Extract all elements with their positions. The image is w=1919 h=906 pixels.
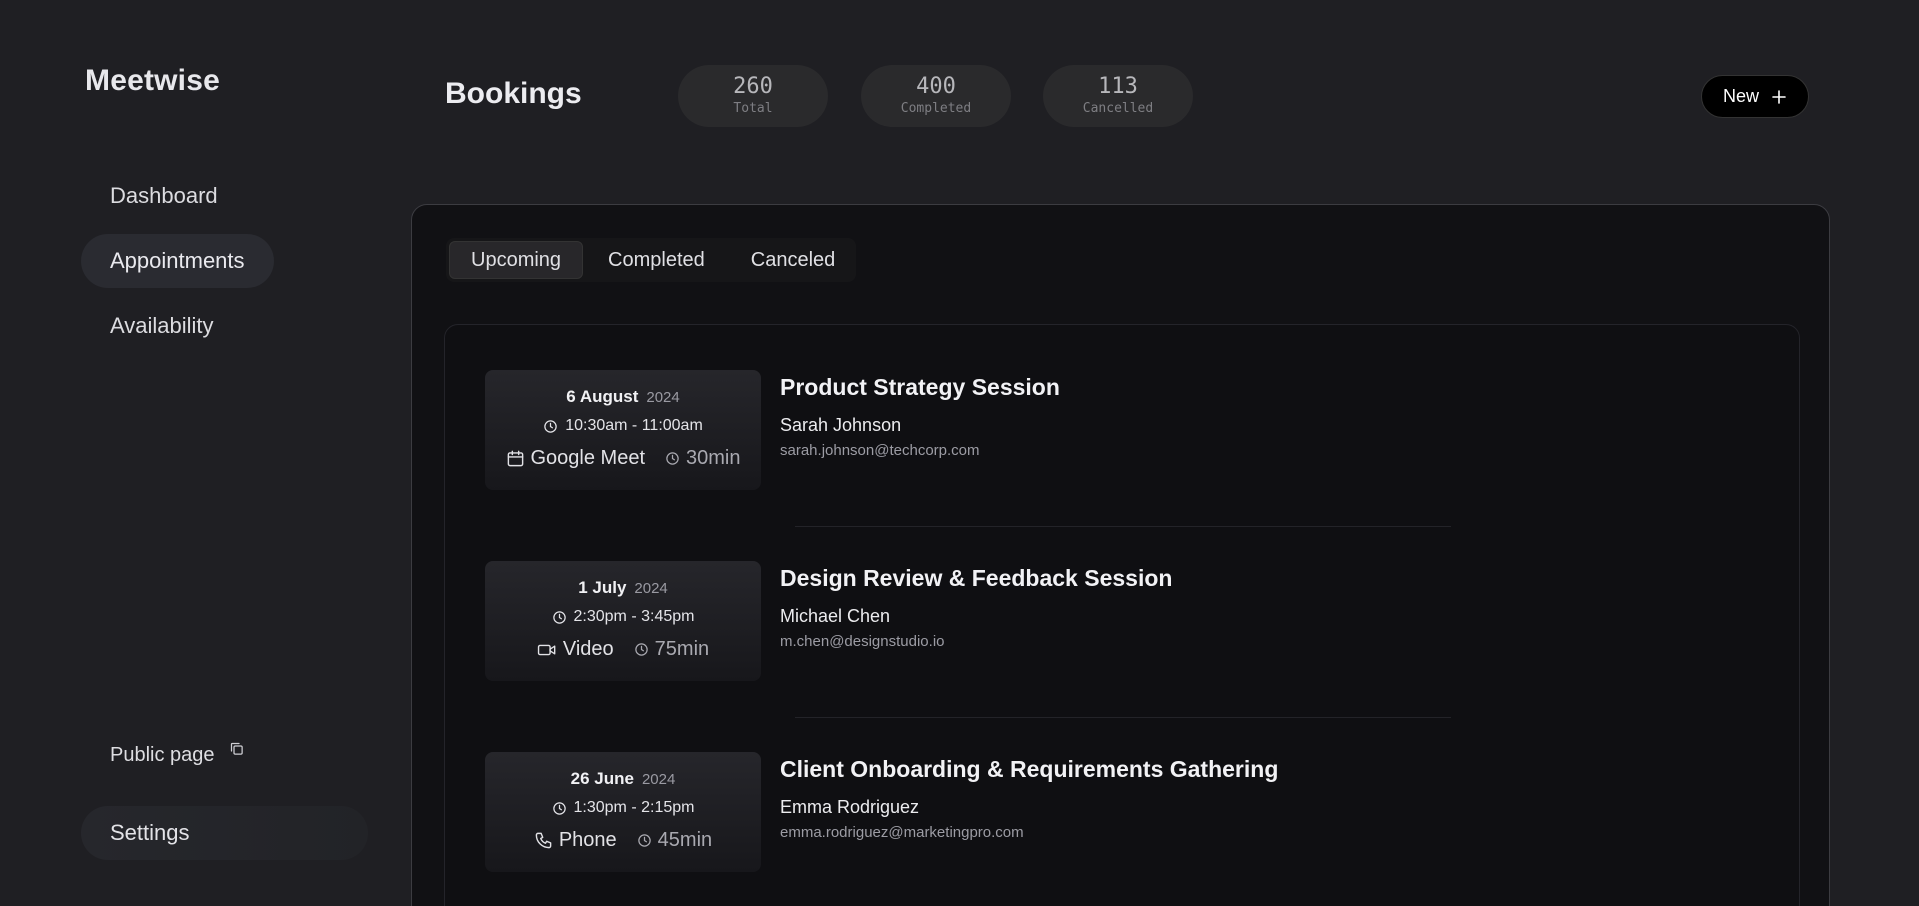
booking-platform: Phone: [558, 829, 617, 851]
booking-info: Design Review & Feedback Session Michael…: [780, 565, 1172, 650]
booking-title: Client Onboarding & Requirements Gatheri…: [780, 756, 1279, 782]
booking-duration: 45min: [657, 829, 713, 851]
sidebar-item-appointments[interactable]: Appointments: [81, 234, 274, 288]
plus-icon: [1771, 89, 1787, 105]
sidebar-item-dashboard[interactable]: Dashboard: [81, 169, 247, 223]
stat-total-value: 260: [733, 74, 773, 99]
clock-icon: [665, 451, 680, 466]
new-button-label: New: [1722, 86, 1759, 106]
booking-date: 26 June: [570, 769, 634, 788]
booking-attendee-name: Michael Chen: [780, 606, 891, 626]
stat-total-label: Total: [733, 101, 773, 116]
booking-card[interactable]: 6 August 2024 10:30am - 11:00am Google Me…: [485, 370, 1585, 490]
stat-total: 260 Total: [678, 65, 828, 127]
booking-year: 2024: [641, 771, 676, 788]
booking-divider: [795, 526, 1451, 527]
stat-completed-value: 400: [916, 74, 956, 99]
booking-time: 10:30am - 11:00am: [565, 417, 703, 434]
booking-time: 1:30pm - 2:15pm: [573, 799, 695, 816]
booking-date-line: 1 July 2024: [485, 578, 761, 598]
clock-icon: [552, 801, 567, 816]
booking-duration-group: 45min: [637, 829, 712, 852]
booking-attendee-email: m.chen@designstudio.io: [780, 633, 945, 650]
booking-meta-line: Phone 45min: [485, 829, 761, 852]
sidebar: Meetwise Dashboard Appointments Availabi…: [0, 0, 400, 906]
clock-icon: [543, 419, 558, 434]
booking-attendee-name: Emma Rodriguez: [780, 797, 920, 817]
booking-card[interactable]: 1 July 2024 2:30pm - 3:45pm Video 75min D…: [485, 561, 1585, 681]
booking-attendee-email: emma.rodriguez@marketingpro.com: [780, 824, 1024, 841]
tab-canceled[interactable]: Canceled: [730, 241, 857, 279]
booking-meta-line: Google Meet 30min: [485, 447, 761, 470]
booking-datebox: 26 June 2024 1:30pm - 2:15pm Phone 45min: [485, 752, 761, 872]
phone-icon: [534, 831, 553, 850]
video-icon: [537, 641, 557, 659]
booking-time: 2:30pm - 3:45pm: [573, 608, 695, 625]
booking-platform: Google Meet: [530, 447, 646, 469]
booking-duration: 30min: [686, 447, 741, 469]
sidebar-item-settings[interactable]: Settings: [81, 806, 368, 860]
booking-info: Client Onboarding & Requirements Gatheri…: [780, 756, 1278, 841]
booking-attendee-name: Sarah Johnson: [780, 415, 902, 435]
copy-icon[interactable]: [229, 742, 244, 756]
calendar-icon: [506, 449, 525, 468]
stat-completed: 400 Completed: [861, 65, 1011, 127]
booking-year: 2024: [646, 389, 680, 406]
booking-datebox: 1 July 2024 2:30pm - 3:45pm Video 75min: [485, 561, 761, 681]
booking-year: 2024: [634, 580, 668, 597]
booking-meta-line: Video 75min: [485, 638, 761, 661]
booking-time-line: 1:30pm - 2:15pm: [485, 799, 761, 817]
booking-title: Product Strategy Session: [780, 374, 1060, 400]
booking-info: Product Strategy Session Sarah Johnson s…: [780, 374, 1060, 459]
page-title: Bookings: [445, 77, 582, 110]
booking-duration-group: 75min: [634, 638, 709, 661]
public-page-link[interactable]: Public page: [110, 742, 244, 767]
clock-icon: [637, 833, 652, 848]
stat-cancelled-label: Cancelled: [1082, 101, 1154, 116]
stat-cancelled: 113 Cancelled: [1043, 65, 1193, 127]
booking-title: Design Review & Feedback Session: [780, 565, 1173, 591]
sidebar-item-availability[interactable]: Availability: [81, 299, 243, 353]
booking-datebox: 6 August 2024 10:30am - 11:00am Google Me…: [485, 370, 761, 490]
public-page-label: Public page: [110, 744, 215, 766]
booking-platform: Video: [562, 638, 614, 660]
booking-date-line: 6 August 2024: [485, 387, 761, 407]
booking-card[interactable]: 26 June 2024 1:30pm - 2:15pm Phone 45min …: [485, 752, 1585, 872]
booking-time-line: 10:30am - 11:00am: [485, 417, 761, 435]
stat-completed-label: Completed: [900, 101, 972, 116]
brand-logo: Meetwise: [85, 64, 220, 97]
booking-date: 1 July: [578, 578, 627, 597]
tab-completed[interactable]: Completed: [587, 241, 726, 279]
booking-date: 6 August: [566, 387, 639, 406]
booking-attendee-email: sarah.johnson@techcorp.com: [780, 442, 980, 459]
booking-duration: 75min: [654, 638, 710, 660]
booking-time-line: 2:30pm - 3:45pm: [485, 608, 761, 626]
clock-icon: [552, 610, 567, 625]
booking-date-line: 26 June 2024: [485, 769, 761, 789]
new-booking-button[interactable]: New: [1701, 75, 1809, 118]
bookings-tabs: Upcoming Completed Canceled: [446, 238, 856, 282]
booking-divider: [795, 717, 1451, 718]
clock-icon: [634, 642, 649, 657]
bookings-list: 6 August 2024 10:30am - 11:00am Google Me…: [444, 324, 1800, 906]
stat-cancelled-value: 113: [1098, 74, 1138, 99]
bookings-panel: Upcoming Completed Canceled 6 August 2024…: [411, 204, 1830, 906]
tab-upcoming[interactable]: Upcoming: [449, 241, 584, 279]
booking-duration-group: 30min: [665, 447, 741, 470]
